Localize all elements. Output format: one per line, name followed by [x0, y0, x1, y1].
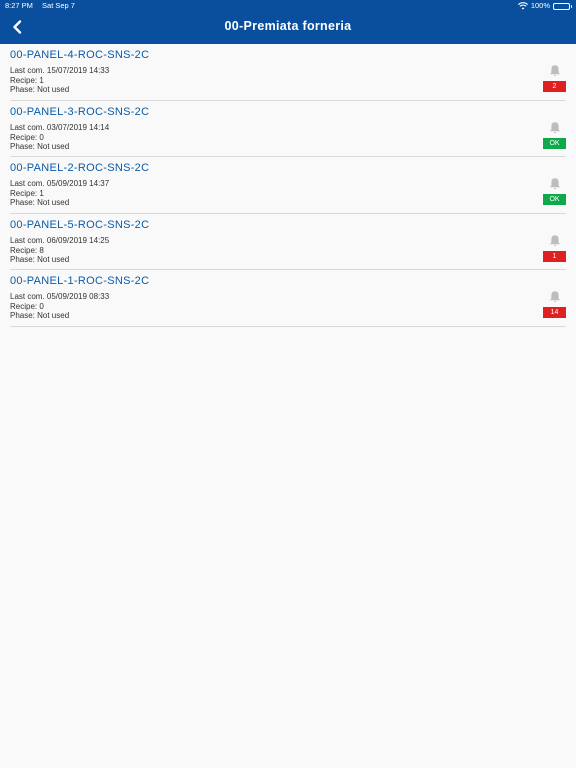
- panel-recipe: Recipe: 1: [10, 189, 44, 199]
- panel-recipe: Recipe: 1: [10, 76, 44, 85]
- bell-icon[interactable]: [548, 121, 562, 135]
- panel-last-com: Last com. 06/09/2019 14:25: [10, 235, 110, 245]
- panel-phase: Phase: Not used: [10, 141, 70, 151]
- status-badge: OK: [543, 194, 566, 206]
- panel-row[interactable]: 00-PANEL-4-ROC-SNS-2C Last com. 15/07/20…: [10, 44, 566, 101]
- panel-list: 00-PANEL-4-ROC-SNS-2C Last com. 15/07/20…: [10, 44, 566, 327]
- wifi-icon: [517, 2, 528, 10]
- status-bar: 8:27 PM Sat Sep 7 100%: [0, 0, 576, 12]
- battery-percent: 100%: [530, 1, 550, 10]
- panel-name[interactable]: 00-PANEL-4-ROC-SNS-2C: [10, 49, 149, 61]
- page-title: 00-Premiata forneria: [224, 19, 352, 33]
- panel-last-com: Last com. 05/09/2019 14:37: [10, 179, 110, 189]
- panel-name[interactable]: 00-PANEL-5-ROC-SNS-2C: [10, 219, 149, 231]
- bell-icon[interactable]: [548, 64, 562, 78]
- panel-recipe: Recipe: 8: [10, 245, 44, 255]
- panel-phase: Phase: Not used: [10, 198, 70, 208]
- panel-last-com: Last com. 05/09/2019 08:33: [10, 292, 110, 302]
- panel-name[interactable]: 00-PANEL-1-ROC-SNS-2C: [10, 275, 149, 287]
- bell-icon[interactable]: [548, 177, 562, 191]
- panel-phase: Phase: Not used: [10, 85, 70, 94]
- panel-name[interactable]: 00-PANEL-2-ROC-SNS-2C: [10, 162, 149, 174]
- status-badge: 14: [543, 307, 566, 319]
- status-badge: OK: [543, 137, 566, 149]
- status-left: 8:27 PM Sat Sep 7: [5, 0, 82, 12]
- panel-recipe: Recipe: 0: [10, 132, 44, 142]
- panel-row[interactable]: 00-PANEL-5-ROC-SNS-2C Last com. 06/09/20…: [10, 214, 566, 271]
- bell-icon[interactable]: [548, 234, 562, 248]
- panel-recipe: Recipe: 0: [10, 302, 44, 312]
- panel-phase: Phase: Not used: [10, 254, 70, 264]
- battery-icon: [553, 2, 572, 10]
- status-date: Sat Sep 7: [42, 1, 75, 10]
- status-right: 100%: [517, 0, 572, 12]
- status-badge: 2: [543, 81, 566, 92]
- panel-last-com: Last com. 15/07/2019 14:33: [10, 66, 110, 75]
- panel-phase: Phase: Not used: [10, 311, 70, 321]
- panel-row[interactable]: 00-PANEL-2-ROC-SNS-2C Last com. 05/09/20…: [10, 157, 566, 214]
- panel-row[interactable]: 00-PANEL-1-ROC-SNS-2C Last com. 05/09/20…: [10, 270, 566, 327]
- status-badge: 1: [543, 250, 566, 262]
- panel-name[interactable]: 00-PANEL-3-ROC-SNS-2C: [10, 106, 149, 118]
- panel-last-com: Last com. 03/07/2019 14:14: [10, 122, 110, 132]
- nav-bar: 8:27 PM Sat Sep 7 100% 00-Premiata forne…: [0, 0, 576, 44]
- panel-row[interactable]: 00-PANEL-3-ROC-SNS-2C Last com. 03/07/20…: [10, 101, 566, 158]
- bell-icon[interactable]: [548, 290, 562, 304]
- status-time: 8:27 PM: [5, 1, 33, 10]
